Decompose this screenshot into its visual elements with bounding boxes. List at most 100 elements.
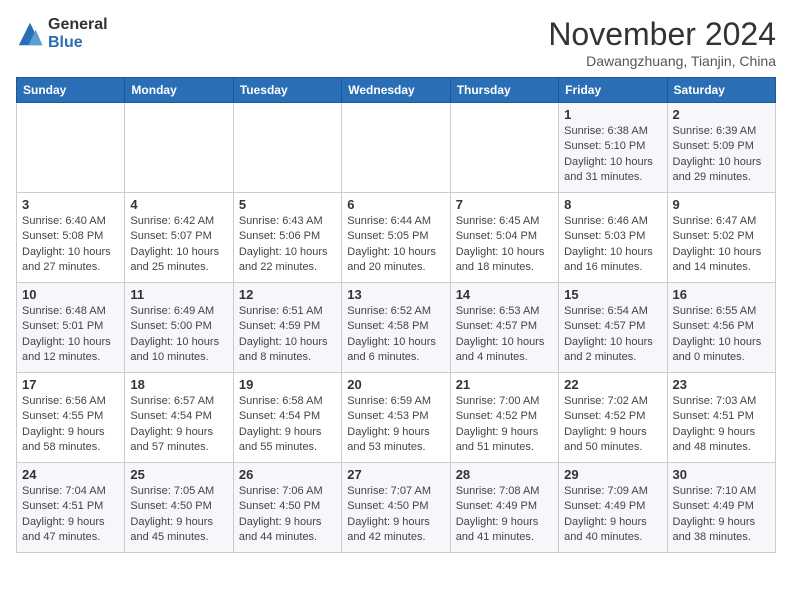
day-info-line: Sunset: 5:05 PM	[347, 230, 428, 242]
logo-icon	[16, 20, 44, 48]
calendar-cell: 29 Sunrise: 7:09 AM Sunset: 4:49 PM Dayligh…	[559, 463, 667, 553]
title-block: November 2024 Dawangzhuang, Tianjin, Chi…	[548, 16, 776, 69]
day-number: 19	[239, 377, 336, 392]
calendar-week-row: 17Sunrise: 6:56 AMSunset: 4:55 PMDayligh…	[17, 373, 776, 463]
day-number: 9	[673, 197, 770, 212]
day-info-line: Daylight: 9 hours and 47 minutes.	[22, 516, 105, 543]
day-info-line: Daylight: 9 hours and 53 minutes.	[347, 426, 430, 453]
day-info: Sunrise: 7:06 AM Sunset: 4:50 PM Daylight:…	[239, 484, 336, 546]
day-info-line: Sunset: 5:09 PM	[673, 140, 754, 152]
day-info-line: Daylight: 10 hours and 29 minutes.	[673, 156, 762, 183]
day-info-line: Daylight: 10 hours and 14 minutes.	[673, 246, 762, 273]
calendar-week-row: 1Sunrise: 6:38 AMSunset: 5:10 PMDaylight…	[17, 103, 776, 193]
calendar-cell: 26Sunrise: 7:06 AMSunset: 4:50 PMDayligh…	[233, 463, 341, 553]
day-info-line: Daylight: 10 hours and 0 minutes.	[673, 336, 762, 363]
day-number: 29	[564, 467, 661, 482]
day-info-line: Sunrise: 6:53 AM	[456, 305, 540, 317]
page-header: General Blue November 2024 Dawangzhuang,…	[16, 16, 776, 69]
day-info: Sunrise: 6:45 AMSunset: 5:04 PMDaylight:…	[456, 214, 553, 276]
day-info: Sunrise: 6:56 AMSunset: 4:55 PMDaylight:…	[22, 394, 119, 456]
day-info: Sunrise: 7:05 AMSunset: 4:50 PMDaylight:…	[130, 484, 227, 546]
day-info-line: Daylight: 10 hours and 12 minutes.	[22, 336, 111, 363]
day-number: 30	[673, 467, 770, 482]
calendar-cell	[450, 103, 558, 193]
day-number: 5	[239, 197, 336, 212]
day-info-line: Sunset: 4:49 PM	[564, 500, 645, 512]
day-info-line: Sunset: 4:50 PM	[130, 500, 211, 512]
day-info-line: Sunset: 4:52 PM	[456, 410, 537, 422]
day-info-line: Sunrise: 6:55 AM	[673, 305, 757, 317]
day-info-line: Daylight: 9 hours and 45 minutes.	[130, 516, 213, 543]
day-info-line: Sunset: 4:57 PM	[564, 320, 645, 332]
day-info: Sunrise: 7:10 AMSunset: 4:49 PMDaylight:…	[673, 484, 770, 546]
day-info-line: Sunrise: 7:06 AM	[239, 485, 323, 497]
day-info-line: Daylight: 9 hours and 50 minutes.	[564, 426, 647, 453]
day-number: 4	[130, 197, 227, 212]
day-number: 18	[130, 377, 227, 392]
day-number: 1	[564, 107, 661, 122]
day-info-line: Sunset: 4:49 PM	[673, 500, 754, 512]
day-info-line: Sunrise: 6:46 AM	[564, 215, 648, 227]
day-info-line: Sunset: 4:50 PM	[239, 500, 320, 512]
day-number: 8	[564, 197, 661, 212]
calendar-cell: 15Sunrise: 6:54 AMSunset: 4:57 PMDayligh…	[559, 283, 667, 373]
day-number: 27	[347, 467, 444, 482]
logo-blue: Blue	[48, 34, 108, 52]
day-info-line: Sunset: 4:59 PM	[239, 320, 320, 332]
calendar-cell: 27Sunrise: 7:07 AMSunset: 4:50 PMDayligh…	[342, 463, 450, 553]
day-info: Sunrise: 6:49 AMSunset: 5:00 PMDaylight:…	[130, 304, 227, 366]
day-info-line: Sunrise: 6:45 AM	[456, 215, 540, 227]
calendar-cell: 7Sunrise: 6:45 AMSunset: 5:04 PMDaylight…	[450, 193, 558, 283]
day-number: 28	[456, 467, 553, 482]
calendar-cell: 10Sunrise: 6:48 AMSunset: 5:01 PMDayligh…	[17, 283, 125, 373]
calendar-week-row: 3Sunrise: 6:40 AMSunset: 5:08 PMDaylight…	[17, 193, 776, 283]
day-info-line: Sunset: 4:52 PM	[564, 410, 645, 422]
weekday-header: Monday	[125, 78, 233, 103]
logo: General Blue	[16, 16, 108, 51]
day-info-line: Sunrise: 6:39 AM	[673, 125, 757, 137]
calendar-cell: 25Sunrise: 7:05 AMSunset: 4:50 PMDayligh…	[125, 463, 233, 553]
day-info-line: Sunset: 5:07 PM	[130, 230, 211, 242]
day-info-line: Daylight: 9 hours and 51 minutes.	[456, 426, 539, 453]
day-info: Sunrise: 7:09 AM Sunset: 4:49 PM Daylight:…	[564, 484, 661, 546]
calendar-cell: 18Sunrise: 6:57 AMSunset: 4:54 PMDayligh…	[125, 373, 233, 463]
day-info-line: Sunset: 4:54 PM	[239, 410, 320, 422]
calendar-cell: 23Sunrise: 7:03 AMSunset: 4:51 PMDayligh…	[667, 373, 775, 463]
day-info: Sunrise: 6:40 AMSunset: 5:08 PMDaylight:…	[22, 214, 119, 276]
calendar-cell: 22Sunrise: 7:02 AMSunset: 4:52 PMDayligh…	[559, 373, 667, 463]
day-info-line: Sunset: 5:02 PM	[673, 230, 754, 242]
day-info-line: Sunrise: 6:58 AM	[239, 395, 323, 407]
day-number: 2	[673, 107, 770, 122]
day-info-line: Sunrise: 7:04 AM	[22, 485, 106, 497]
weekday-header: Friday	[559, 78, 667, 103]
weekday-header: Tuesday	[233, 78, 341, 103]
day-info-line: Sunrise: 6:51 AM	[239, 305, 323, 317]
location: Dawangzhuang, Tianjin, China	[548, 53, 776, 69]
day-number: 21	[456, 377, 553, 392]
day-info-line: Daylight: 9 hours and 48 minutes.	[673, 426, 756, 453]
day-info-line: Sunrise: 6:43 AM	[239, 215, 323, 227]
day-info: Sunrise: 6:52 AMSunset: 4:58 PMDaylight:…	[347, 304, 444, 366]
day-info: Sunrise: 6:48 AMSunset: 5:01 PMDaylight:…	[22, 304, 119, 366]
calendar-cell: 1Sunrise: 6:38 AMSunset: 5:10 PMDaylight…	[559, 103, 667, 193]
day-info-line: Sunrise: 6:42 AM	[130, 215, 214, 227]
calendar-week-row: 10Sunrise: 6:48 AMSunset: 5:01 PMDayligh…	[17, 283, 776, 373]
day-number: 20	[347, 377, 444, 392]
day-info-line: Sunrise: 7:09 AM	[564, 485, 648, 497]
day-info: Sunrise: 6:54 AMSunset: 4:57 PMDaylight:…	[564, 304, 661, 366]
day-info-line: Sunset: 5:04 PM	[456, 230, 537, 242]
day-info: Sunrise: 7:00 AMSunset: 4:52 PMDaylight:…	[456, 394, 553, 456]
day-info-line: Sunset: 4:54 PM	[130, 410, 211, 422]
calendar-cell: 8Sunrise: 6:46 AMSunset: 5:03 PMDaylight…	[559, 193, 667, 283]
logo-text: General Blue	[48, 16, 108, 51]
calendar-cell: 14Sunrise: 6:53 AMSunset: 4:57 PMDayligh…	[450, 283, 558, 373]
day-info-line: Sunrise: 6:54 AM	[564, 305, 648, 317]
day-info-line: Daylight: 9 hours and 57 minutes.	[130, 426, 213, 453]
day-info-line: Sunset: 5:00 PM	[130, 320, 211, 332]
day-info-line: Daylight: 9 hours and 40 minutes.	[564, 516, 647, 543]
day-info: Sunrise: 6:55 AMSunset: 4:56 PMDaylight:…	[673, 304, 770, 366]
day-info-line: Sunset: 5:06 PM	[239, 230, 320, 242]
day-info-line: Daylight: 9 hours and 44 minutes.	[239, 516, 322, 543]
day-info: Sunrise: 6:47 AMSunset: 5:02 PMDaylight:…	[673, 214, 770, 276]
day-info: Sunrise: 6:44 AMSunset: 5:05 PMDaylight:…	[347, 214, 444, 276]
